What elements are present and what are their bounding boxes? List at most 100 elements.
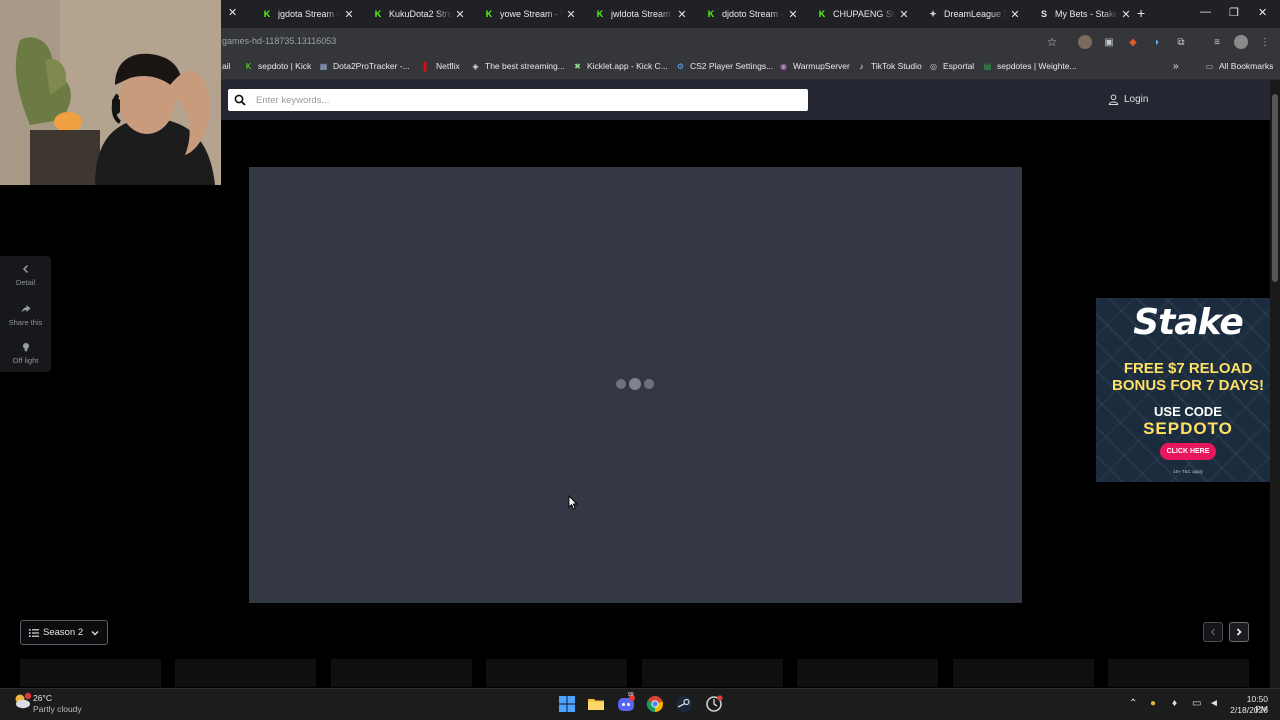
scrollbar-thumb[interactable] xyxy=(1272,94,1278,282)
share-icon xyxy=(21,305,30,313)
bookmark-item[interactable]: ✖ Kicklet.app - Kick C... xyxy=(573,61,668,71)
ad-promo-code: SEPDOTO xyxy=(1143,419,1233,438)
all-bookmarks-folder[interactable]: ▭ All Bookmarks xyxy=(1205,61,1274,71)
bookmark-item[interactable]: ▤ sepdotes | Weighte... xyxy=(983,61,1077,71)
warmup-icon: ◉ xyxy=(780,61,787,71)
bookmark-label: sepdotes | Weighte... xyxy=(997,61,1077,71)
search-icon[interactable] xyxy=(234,94,246,106)
ad-headline: FREE $7 RELOAD BONUS FOR 7 DAYS! xyxy=(1096,360,1280,394)
detail-button[interactable]: Detail xyxy=(0,264,51,287)
tray-app-icon[interactable]: ● xyxy=(1150,698,1156,709)
steam-icon[interactable] xyxy=(675,695,693,713)
close-tab-icon[interactable]: ✕ xyxy=(228,6,237,19)
extension-icon[interactable]: ◗ xyxy=(1150,35,1164,49)
chevron-down-icon xyxy=(91,630,99,635)
bookmark-label: Netflix xyxy=(436,61,460,71)
address-bar-url[interactable]: games-hd-118735.13116053 xyxy=(222,36,336,46)
extension-icon[interactable] xyxy=(1078,35,1092,49)
profile-avatar-icon[interactable] xyxy=(1234,35,1248,49)
ad-click-here-button[interactable]: CLICK HERE xyxy=(1160,443,1216,460)
loading-dot xyxy=(644,379,654,389)
browser-menu-icon[interactable]: ⋮ xyxy=(1258,35,1272,49)
new-tab-icon[interactable]: + xyxy=(1137,5,1145,21)
bookmark-item[interactable]: Ksepdoto | Kick xyxy=(244,61,311,71)
close-tab-icon[interactable]: ✕ xyxy=(896,8,912,21)
episode-thumbnail[interactable] xyxy=(642,659,783,687)
episode-thumbnail[interactable] xyxy=(20,659,161,687)
ad-headline-line: BONUS FOR 7 DAYS! xyxy=(1112,377,1264,394)
kick-icon: K xyxy=(596,9,604,19)
windows-start-icon[interactable] xyxy=(558,695,576,713)
extensions-puzzle-icon[interactable]: ⧉ xyxy=(1174,35,1188,49)
restore-icon[interactable]: ❐ xyxy=(1229,6,1239,19)
screen: ✕ K jgdota Stream - W ✕ K KukuDota2 Stre… xyxy=(0,0,1280,720)
weather-partly-cloudy-icon[interactable] xyxy=(12,692,32,710)
close-tab-icon[interactable]: ✕ xyxy=(674,8,690,21)
windows-taskbar xyxy=(0,688,1280,720)
bookmark-item[interactable]: ⚙ CS2 Player Settings... xyxy=(676,61,773,71)
chrome-icon[interactable] xyxy=(646,695,664,713)
bulb-icon xyxy=(22,343,29,352)
bookmark-item[interactable]: ail xyxy=(222,61,231,71)
off-light-button[interactable]: Off light xyxy=(0,342,51,365)
episode-thumbnail[interactable] xyxy=(486,659,627,687)
bookmark-item[interactable]: ◎ Esportal xyxy=(929,61,974,71)
app-icon[interactable] xyxy=(705,695,723,713)
login-button[interactable]: Login xyxy=(1108,94,1148,105)
browser-tab[interactable]: K yowe Stream - W ✕ xyxy=(470,2,581,26)
microphone-icon[interactable]: ♦ xyxy=(1172,698,1177,709)
chevron-left-icon xyxy=(1210,628,1215,636)
browser-tab[interactable]: ✦ DreamLeague Se ✕ xyxy=(914,2,1025,26)
weather-description[interactable]: Partly cloudy xyxy=(33,704,82,714)
more-bookmarks-chevron[interactable]: » xyxy=(1173,61,1179,72)
bookmark-item[interactable]: ▦ Dota2ProTracker -... xyxy=(319,61,410,71)
close-tab-icon[interactable]: ✕ xyxy=(452,8,468,21)
browser-tab[interactable]: S My Bets - Stake.c ✕ xyxy=(1025,2,1136,26)
episode-thumbnail[interactable] xyxy=(331,659,472,687)
bookmark-star-icon[interactable]: ☆ xyxy=(1045,35,1059,49)
close-tab-icon[interactable]: ✕ xyxy=(341,8,357,21)
media-control-icon[interactable]: ≡ xyxy=(1210,35,1224,49)
close-tab-icon[interactable]: ✕ xyxy=(1007,8,1023,21)
kick-icon: K xyxy=(485,9,493,19)
search-input[interactable] xyxy=(256,91,796,109)
previous-page-button[interactable] xyxy=(1203,622,1223,642)
minimize-icon[interactable]: — xyxy=(1200,6,1211,18)
next-page-button[interactable] xyxy=(1229,622,1249,642)
volume-icon[interactable]: ◄ xyxy=(1209,698,1219,709)
weather-temperature[interactable]: 26°C xyxy=(33,693,52,703)
tracker-icon: ▦ xyxy=(319,61,328,71)
episode-thumbnail[interactable] xyxy=(175,659,316,687)
network-icon[interactable]: ▭ xyxy=(1192,698,1201,709)
close-tab-icon[interactable]: ✕ xyxy=(563,8,579,21)
share-button[interactable]: Share this xyxy=(0,304,51,327)
taskbar-clock-date[interactable]: 2/18/2026 xyxy=(1224,705,1268,715)
bookmark-item[interactable]: ◈ The best streaming... xyxy=(471,61,564,71)
side-item-label: Detail xyxy=(15,278,36,287)
bookmark-item[interactable]: ▌ Netflix xyxy=(422,61,460,71)
browser-tab[interactable]: K CHUPAENG Stream ✕ xyxy=(803,2,914,26)
extension-icon[interactable]: ◆ xyxy=(1126,35,1140,49)
bookmark-label: WarmupServer xyxy=(793,61,850,71)
bookmark-label: CS2 Player Settings... xyxy=(690,61,774,71)
window-close-icon[interactable]: ✕ xyxy=(1258,6,1267,19)
extension-icon[interactable]: ▣ xyxy=(1102,35,1116,49)
file-explorer-icon[interactable] xyxy=(587,695,605,713)
bookmark-item[interactable]: ◉ WarmupServer xyxy=(779,61,850,71)
tray-overflow-chevron-icon[interactable]: ⌃ xyxy=(1129,698,1137,709)
browser-tab[interactable]: K jgdota Stream - W ✕ xyxy=(248,2,359,26)
kick-icon: K xyxy=(707,9,715,19)
close-tab-icon[interactable]: ✕ xyxy=(785,8,801,21)
loading-spinner xyxy=(616,378,654,390)
episode-thumbnail[interactable] xyxy=(953,659,1094,687)
episode-thumbnail[interactable] xyxy=(797,659,938,687)
season-select[interactable]: Season 2 xyxy=(20,620,108,645)
login-label: Login xyxy=(1124,94,1149,105)
close-tab-icon[interactable]: ✕ xyxy=(1118,8,1134,21)
browser-tab[interactable]: K djdoto Stream - W ✕ xyxy=(692,2,803,26)
browser-tab[interactable]: K jwldota Stream - W ✕ xyxy=(581,2,692,26)
episode-thumbnail[interactable] xyxy=(1108,659,1249,687)
bookmark-item[interactable]: ♪ TikTok Studio xyxy=(857,61,922,71)
stake-ad-banner[interactable]: Stake FREE $7 RELOAD BONUS FOR 7 DAYS! U… xyxy=(1096,298,1280,482)
browser-tab[interactable]: K KukuDota2 Stream ✕ xyxy=(359,2,470,26)
